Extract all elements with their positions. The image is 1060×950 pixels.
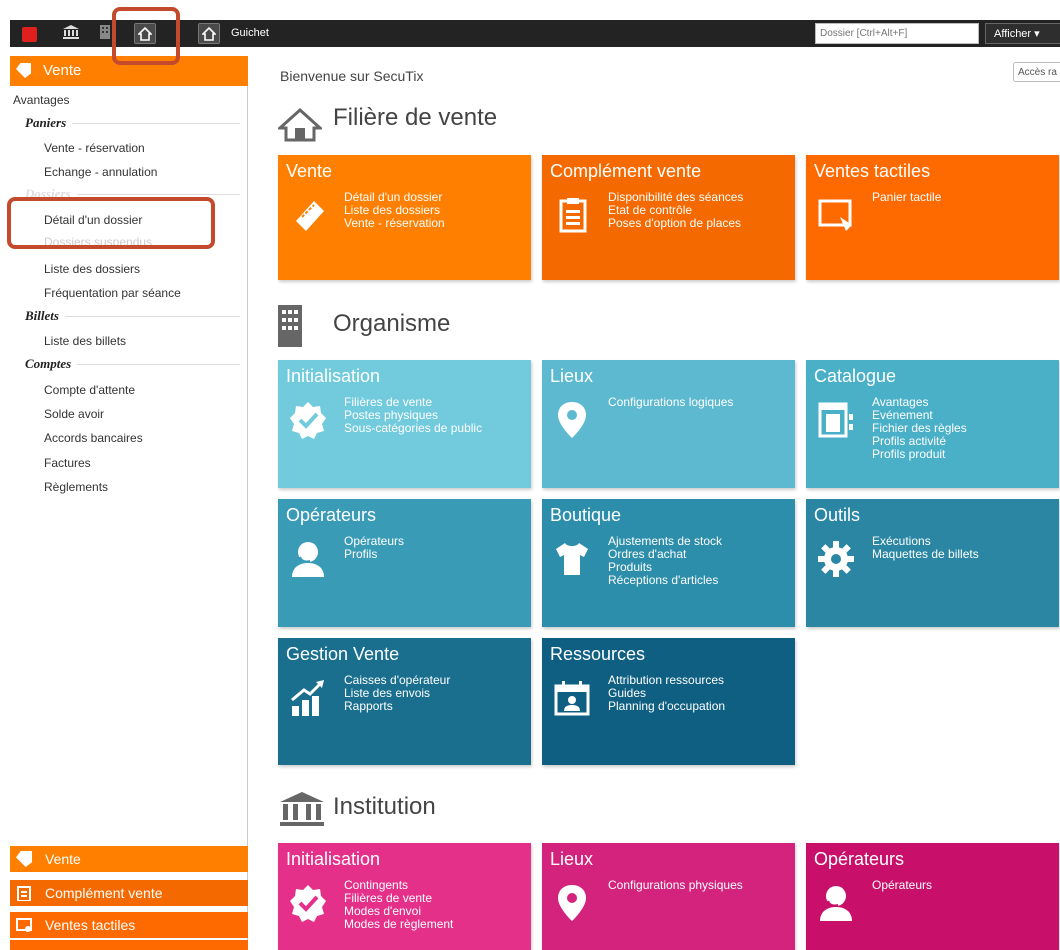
sidebar-section-billets: Billets [25, 308, 240, 324]
tile-org-lieux[interactable]: Lieux Configurations logiques [542, 360, 795, 488]
tile-inst-operateurs[interactable]: Opérateurs Opérateurs [806, 843, 1059, 950]
tile-title: Ventes tactiles [814, 161, 931, 181]
tile-vente[interactable]: Vente Détail d'un dossier Liste des doss… [278, 155, 531, 280]
tile-org-operateurs[interactable]: Opérateurs Opérateurs Profils [278, 499, 531, 627]
institution-icon [280, 792, 324, 826]
link-vente-reservation[interactable]: Vente - réservation [344, 217, 445, 230]
link-modes-reglement[interactable]: Modes de règlement [344, 918, 453, 931]
operator-icon [820, 886, 852, 921]
sidebar-bottom-tactiles[interactable]: Ventes tactiles [10, 912, 248, 938]
tile-title: Initialisation [286, 849, 381, 869]
sidebar-header-label: Vente [43, 62, 82, 79]
sidebar-section-comptes: Comptes [25, 356, 240, 372]
tile-title: Gestion Vente [286, 644, 400, 664]
tile-catalogue[interactable]: Catalogue Avantages Evénement Fichier de… [806, 360, 1059, 488]
highlight-annotation-detail [7, 197, 215, 249]
sidebar-bottom-more[interactable] [10, 940, 248, 950]
tile-ventes-tactiles[interactable]: Ventes tactiles Panier tactile [806, 155, 1059, 280]
tile-org-initialisation[interactable]: Initialisation Filières de vente Postes … [278, 360, 531, 488]
tile-title: Initialisation [286, 366, 381, 386]
section-title-institution: Institution [333, 793, 436, 820]
map-pin-icon [558, 402, 586, 438]
ticket-icon [16, 851, 32, 867]
sidebar-bottom-complement[interactable]: Complément vente [10, 880, 248, 906]
ticket-icon [16, 63, 31, 78]
building-icon [278, 305, 302, 347]
touchscreen-icon [16, 918, 32, 932]
sidebar-item-liste-dossiers[interactable]: Liste des dossiers [44, 262, 140, 276]
home-icon [202, 27, 216, 41]
section-title-organisme: Organisme [333, 310, 451, 337]
tile-title: Lieux [550, 849, 594, 869]
tile-title: Ressources [550, 644, 646, 664]
tile-ressources[interactable]: Ressources Attribution ressources Guides… [542, 638, 795, 765]
ticket-icon [296, 201, 324, 231]
badge-check-icon [290, 885, 326, 922]
highlight-annotation-home [112, 7, 180, 65]
tile-title: Complément vente [550, 161, 702, 181]
sidebar-bottom-vente[interactable]: Vente [10, 846, 248, 872]
tile-complement-vente[interactable]: Complément vente Disponibilité des séanc… [542, 155, 795, 280]
app-title: Guichet [231, 27, 269, 39]
sidebar-item-accords-bancaires[interactable]: Accords bancaires [44, 431, 143, 445]
sidebar: Vente Avantages Paniers Vente - réservat… [10, 56, 248, 950]
clipboard-icon [559, 198, 587, 233]
tshirt-icon [556, 543, 588, 575]
link-planning-occupation[interactable]: Planning d'occupation [608, 700, 725, 713]
acces-rapide-input[interactable]: Accès ra [1013, 62, 1060, 82]
sidebar-item-liste-billets[interactable]: Liste des billets [44, 334, 126, 348]
afficher-dropdown[interactable]: Afficher ▾ [985, 23, 1060, 44]
link-configurations-physiques[interactable]: Configurations physiques [608, 879, 743, 892]
sidebar-item-avantages[interactable]: Avantages [13, 93, 70, 107]
tile-title: Boutique [550, 505, 622, 525]
welcome-text: Bienvenue sur SecuTix [280, 68, 424, 84]
link-poses-option[interactable]: Poses d'option de places [608, 217, 743, 230]
sidebar-item-compte-attente[interactable]: Compte d'attente [44, 383, 135, 397]
chart-growth-icon [291, 680, 324, 716]
link-maquettes-billets[interactable]: Maquettes de billets [872, 548, 979, 561]
tile-title: Opérateurs [286, 505, 377, 525]
tile-title: Outils [814, 505, 861, 525]
link-profils[interactable]: Profils [344, 548, 404, 561]
tile-title: Catalogue [814, 366, 897, 386]
app-logo[interactable] [22, 27, 37, 42]
map-pin-icon [558, 885, 586, 921]
sidebar-item-solde-avoir[interactable]: Solde avoir [44, 407, 104, 421]
link-receptions-articles[interactable]: Réceptions d'articles [608, 574, 722, 587]
badge-check-icon [290, 402, 326, 439]
dossier-search-input[interactable] [815, 23, 979, 44]
section-title-filiere: Filière de vente [333, 104, 498, 131]
tile-title: Lieux [550, 366, 594, 386]
link-profils-produit[interactable]: Profils produit [872, 448, 967, 461]
sidebar-item-frequentation[interactable]: Fréquentation par séance [44, 286, 181, 300]
tile-gestion-vente[interactable]: Gestion Vente Caisses d'opérateur Liste … [278, 638, 531, 765]
calendar-user-icon [554, 681, 590, 716]
link-panier-tactile[interactable]: Panier tactile [872, 191, 941, 204]
sidebar-item-reglements[interactable]: Règlements [44, 480, 108, 494]
tile-title: Vente [286, 161, 333, 181]
tile-boutique[interactable]: Boutique Ajustements de stock Ordres d'a… [542, 499, 795, 627]
sidebar-section-paniers: Paniers [25, 115, 240, 131]
link-sous-categories[interactable]: Sous-catégories de public [344, 422, 482, 435]
touchscreen-icon [818, 199, 852, 231]
house-icon [278, 108, 322, 142]
link-operateurs[interactable]: Opérateurs [872, 879, 932, 892]
operator-icon [292, 542, 324, 577]
tile-title: Opérateurs [814, 849, 905, 869]
gear-icon [818, 541, 854, 577]
clipboard-icon [17, 886, 31, 901]
sidebar-item-vente-reservation[interactable]: Vente - réservation [44, 141, 145, 155]
tile-inst-initialisation[interactable]: Initialisation Contingents Filières de v… [278, 843, 531, 950]
catalogue-icon [818, 402, 853, 438]
institution-icon[interactable] [62, 25, 80, 42]
tile-inst-lieux[interactable]: Lieux Configurations physiques [542, 843, 795, 950]
link-configurations-logiques[interactable]: Configurations logiques [608, 396, 733, 409]
link-rapports[interactable]: Rapports [344, 700, 450, 713]
sidebar-item-echange-annulation[interactable]: Echange - annulation [44, 165, 157, 179]
home-guichet-button[interactable] [198, 23, 220, 44]
sidebar-item-factures[interactable]: Factures [44, 456, 91, 470]
tile-outils[interactable]: Outils Exécutions Maquettes de billets [806, 499, 1059, 627]
